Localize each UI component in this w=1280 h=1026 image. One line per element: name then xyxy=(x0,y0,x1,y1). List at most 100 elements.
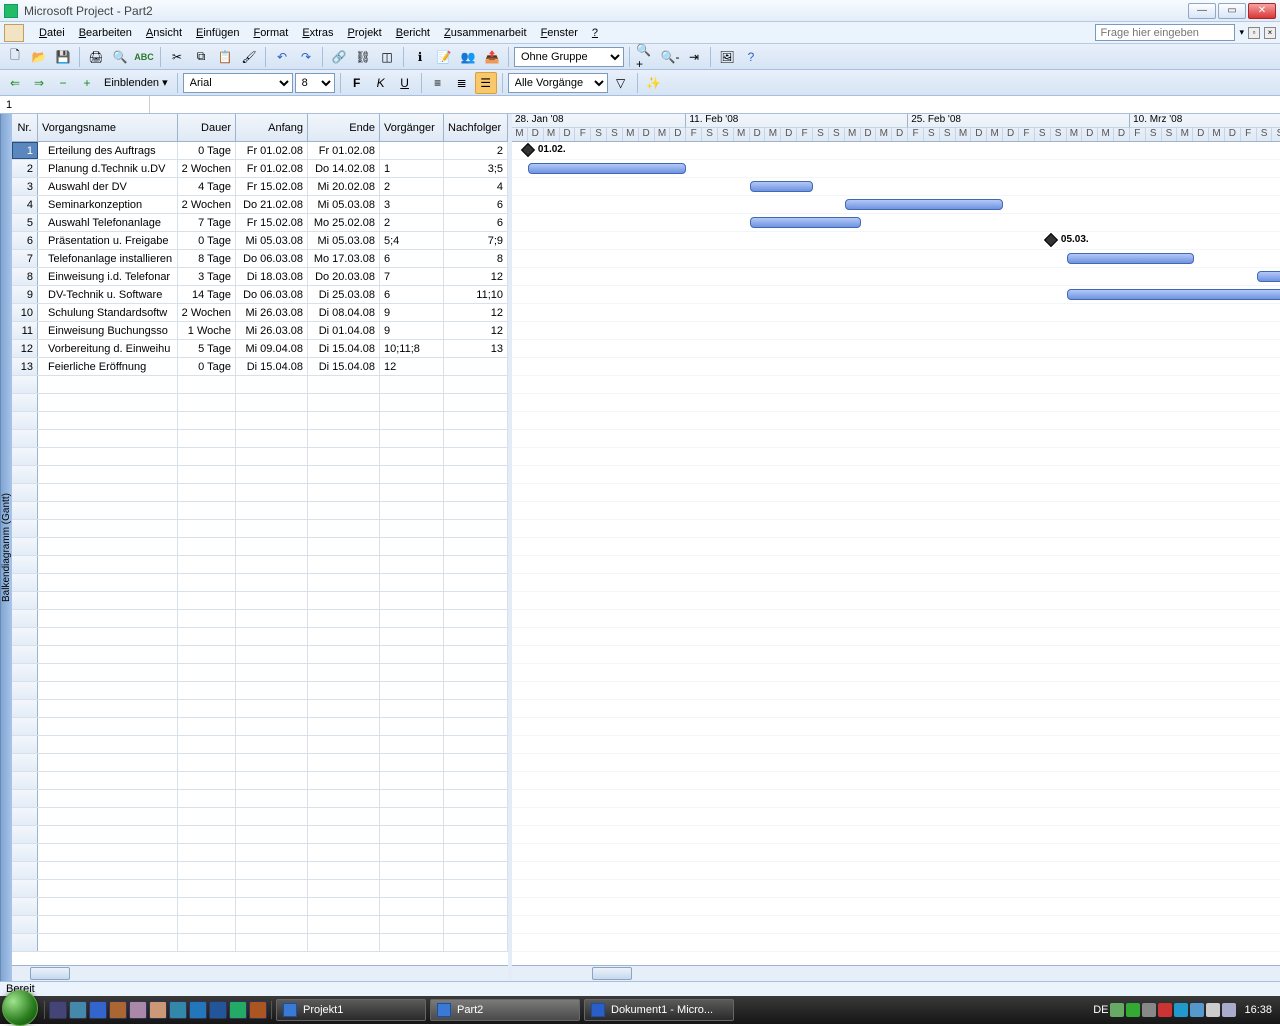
nav-fwd-icon[interactable]: ⇒ xyxy=(28,72,50,94)
table-row[interactable]: 13Feierliche Eröffnung0 TageDi 15.04.08D… xyxy=(12,358,508,376)
table-row[interactable] xyxy=(12,646,508,664)
ql-icon[interactable] xyxy=(249,1001,267,1019)
redo-icon[interactable]: ↷ xyxy=(295,46,317,68)
ql-icon[interactable] xyxy=(189,1001,207,1019)
link-icon[interactable]: 🔗 xyxy=(328,46,350,68)
menu-bericht[interactable]: Bericht xyxy=(389,25,437,41)
table-row[interactable] xyxy=(12,664,508,682)
table-row[interactable] xyxy=(12,502,508,520)
milestone-icon[interactable] xyxy=(1044,233,1058,247)
table-row[interactable]: 2Planung d.Technik u.DV2 WochenFr 01.02.… xyxy=(12,160,508,178)
table-hscrollbar[interactable] xyxy=(12,965,508,981)
print-icon[interactable]: 🖨 xyxy=(85,46,107,68)
table-row[interactable] xyxy=(12,610,508,628)
menu-bearbeiten[interactable]: Bearbeiten xyxy=(72,25,139,41)
table-row[interactable] xyxy=(12,844,508,862)
spellcheck-icon[interactable]: ABC xyxy=(133,46,155,68)
wizard-icon[interactable]: ✨ xyxy=(643,72,665,94)
menu-?[interactable]: ? xyxy=(585,25,605,41)
table-row[interactable] xyxy=(12,574,508,592)
table-row[interactable]: 6Präsentation u. Freigabe0 TageMi 05.03.… xyxy=(12,232,508,250)
minimize-button[interactable]: — xyxy=(1188,3,1216,19)
col-end[interactable]: Ende xyxy=(308,114,380,141)
zoom-out-icon[interactable]: 🔍- xyxy=(659,46,681,68)
table-row[interactable] xyxy=(12,484,508,502)
tray-icon[interactable] xyxy=(1206,1003,1220,1017)
align-right-icon[interactable]: ☰ xyxy=(475,72,497,94)
table-row[interactable]: 4Seminarkonzeption2 WochenDo 21.02.08Mi … xyxy=(12,196,508,214)
taskbar-button[interactable]: Part2 xyxy=(430,999,580,1021)
font-size-select[interactable]: 8 xyxy=(295,73,335,93)
table-row[interactable] xyxy=(12,916,508,934)
table-row[interactable] xyxy=(12,862,508,880)
ql-icon[interactable] xyxy=(229,1001,247,1019)
table-row[interactable] xyxy=(12,520,508,538)
menu-format[interactable]: Format xyxy=(246,25,295,41)
menu-zusammenarbeit[interactable]: Zusammenarbeit xyxy=(437,25,534,41)
gantt-hscrollbar[interactable] xyxy=(512,965,1280,981)
split-icon[interactable]: ◫ xyxy=(376,46,398,68)
table-row[interactable] xyxy=(12,898,508,916)
table-row[interactable]: 5Auswahl Telefonanlage7 TageFr 15.02.08M… xyxy=(12,214,508,232)
table-row[interactable]: 7Telefonanlage installieren8 TageDo 06.0… xyxy=(12,250,508,268)
table-row[interactable] xyxy=(12,682,508,700)
col-nr[interactable]: Nr. xyxy=(12,114,38,141)
table-row[interactable]: 12Vorbereitung d. Einweihu5 TageMi 09.04… xyxy=(12,340,508,358)
show-outline-button[interactable]: Einblenden ▾ xyxy=(100,76,172,89)
table-row[interactable] xyxy=(12,790,508,808)
autofilter-icon[interactable]: ▽ xyxy=(610,72,632,94)
table-row[interactable] xyxy=(12,700,508,718)
copy-icon[interactable]: ⧉ xyxy=(190,46,212,68)
table-row[interactable] xyxy=(12,394,508,412)
volume-icon[interactable] xyxy=(1222,1003,1236,1017)
col-dur[interactable]: Dauer xyxy=(178,114,236,141)
ql-icon[interactable] xyxy=(129,1001,147,1019)
outdent-icon[interactable]: − xyxy=(52,72,74,94)
gantt-bar[interactable] xyxy=(1257,271,1280,282)
format-painter-icon[interactable]: 🖌 xyxy=(238,46,260,68)
taskbar-button[interactable]: Projekt1 xyxy=(276,999,426,1021)
table-row[interactable] xyxy=(12,448,508,466)
table-row[interactable]: 3Auswahl der DV4 TageFr 15.02.08Mi 20.02… xyxy=(12,178,508,196)
menu-projekt[interactable]: Projekt xyxy=(341,25,389,41)
nav-back-icon[interactable]: ⇐ xyxy=(4,72,26,94)
help-search-input[interactable] xyxy=(1095,24,1235,41)
clock[interactable]: 16:38 xyxy=(1244,1004,1272,1016)
gantt-bar[interactable] xyxy=(1067,253,1194,264)
close-doc-button[interactable]: × xyxy=(1264,27,1276,39)
cell-content[interactable]: 1 xyxy=(0,96,150,113)
restore-down-button[interactable]: ▫ xyxy=(1248,27,1260,39)
ql-icon[interactable] xyxy=(209,1001,227,1019)
taskbar-button[interactable]: Dokument1 - Micro... xyxy=(584,999,734,1021)
ql-icon[interactable] xyxy=(49,1001,67,1019)
maximize-button[interactable]: ▭ xyxy=(1218,3,1246,19)
ql-icon[interactable] xyxy=(89,1001,107,1019)
col-succ[interactable]: Nachfolger xyxy=(444,114,508,141)
ql-icon[interactable] xyxy=(149,1001,167,1019)
gantt-bar[interactable] xyxy=(750,181,813,192)
info-icon[interactable]: ℹ xyxy=(409,46,431,68)
table-row[interactable] xyxy=(12,772,508,790)
table-row[interactable] xyxy=(12,430,508,448)
file-menu-icon[interactable] xyxy=(4,24,24,42)
assign-icon[interactable]: 👥 xyxy=(457,46,479,68)
gantt-bar[interactable] xyxy=(845,199,1004,210)
table-row[interactable]: 9DV-Technik u. Software14 TageDo 06.03.0… xyxy=(12,286,508,304)
menu-einfügen[interactable]: Einfügen xyxy=(189,25,246,41)
zoom-in-icon[interactable]: 🔍+ xyxy=(635,46,657,68)
font-select[interactable]: Arial xyxy=(183,73,293,93)
col-name[interactable]: Vorgangsname xyxy=(38,114,178,141)
col-start[interactable]: Anfang xyxy=(236,114,308,141)
new-icon[interactable]: 🗋 xyxy=(4,46,26,68)
menu-fenster[interactable]: Fenster xyxy=(534,25,585,41)
undo-icon[interactable]: ↶ xyxy=(271,46,293,68)
close-button[interactable]: ✕ xyxy=(1248,3,1276,19)
language-indicator[interactable]: DE xyxy=(1093,1004,1108,1016)
table-row[interactable]: 8Einweisung i.d. Telefonar3 TageDi 18.03… xyxy=(12,268,508,286)
tray-icon[interactable] xyxy=(1126,1003,1140,1017)
tray-icon[interactable] xyxy=(1110,1003,1124,1017)
ql-icon[interactable] xyxy=(169,1001,187,1019)
menu-ansicht[interactable]: Ansicht xyxy=(139,25,189,41)
indent-icon[interactable]: + xyxy=(76,72,98,94)
start-orb-icon[interactable] xyxy=(2,990,38,1026)
